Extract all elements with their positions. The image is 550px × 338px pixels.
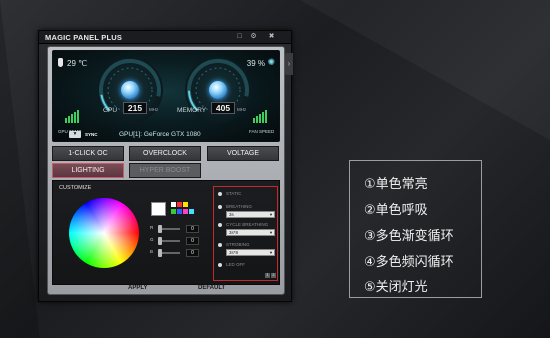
memory-clock-unit: MHz <box>237 107 247 112</box>
chevron-down-icon: ▼ <box>269 250 273 255</box>
cycle-breathing-select-value: 3s*8 <box>229 230 239 235</box>
mode-led-off-label: LED OFF <box>226 262 246 267</box>
apply-button[interactable]: APPLY <box>128 285 147 291</box>
preset-swatch-blue[interactable] <box>177 209 182 214</box>
red-value[interactable]: 0 <box>186 225 199 233</box>
lighting-panel: CUSTOMIZE R 0 G 0 B 0 STATIC BREATHING 3… <box>52 180 280 285</box>
app-title: MAGIC PANEL PLUS <box>45 33 123 42</box>
gpu-temp-bars <box>65 107 79 123</box>
fan-speed-bars <box>253 107 267 123</box>
blue-slider-letter: B <box>150 249 154 254</box>
legend-item-static: ①单色常亮 <box>364 177 428 192</box>
breathing-select-value: 3s <box>229 212 234 217</box>
page-1-button[interactable]: 1 <box>265 273 270 278</box>
magic-panel-window: MAGIC PANEL PLUS □ ⚙ ✖ › 29 ℃ 39 % ✺ GPU… <box>38 30 293 302</box>
mode-breathing[interactable]: BREATHING <box>218 204 252 209</box>
preset-swatch-yellow[interactable] <box>183 202 188 207</box>
current-color-swatch <box>151 202 166 216</box>
preset-swatch-cyan[interactable] <box>189 209 194 214</box>
preset-swatch-green[interactable] <box>171 209 176 214</box>
preset-swatch-white[interactable] <box>171 202 176 207</box>
mode-legend-box: ①单色常亮 ②单色呼吸 ③多色渐变循环 ④多色频闪循环 ⑤关闭灯光 <box>349 160 482 298</box>
background-facet <box>0 0 40 338</box>
gpu-clock-unit: MHz <box>149 107 159 112</box>
memory-gauge-label: MEMORY <box>177 107 207 114</box>
fan-icon: ✺ <box>267 57 275 67</box>
green-slider-row: G 0 <box>150 237 200 245</box>
tab-1-click-oc[interactable]: 1-CLICK OC <box>52 146 124 161</box>
chevron-down-icon: ▼ <box>269 230 273 235</box>
radio-cycle-breathing[interactable] <box>218 222 222 227</box>
lighting-modes-box: STATIC BREATHING 3s ▼ CYCLE BREATHING 3s*… <box>213 186 278 281</box>
gpu-name: GPU[1]: GeForce GTX 1080 <box>119 131 201 138</box>
green-value[interactable]: 0 <box>186 237 199 245</box>
tab-row-1: 1-CLICK OC OVERCLOCK VOLTAGE <box>52 146 280 161</box>
mode-breathing-label: BREATHING <box>226 204 252 209</box>
fan-speed-label: FAN SPEED <box>249 129 275 134</box>
radio-strobing[interactable] <box>218 242 222 247</box>
gpu-gauge-label: GPU <box>103 107 118 114</box>
mode-cycle-breathing[interactable]: CYCLE BREATHING <box>218 222 268 227</box>
chevron-down-icon: ▼ <box>269 212 273 217</box>
radio-static[interactable] <box>218 191 222 196</box>
red-slider-knob[interactable] <box>158 225 162 233</box>
blue-slider-knob[interactable] <box>158 249 162 257</box>
mode-static[interactable]: STATIC <box>218 191 241 196</box>
default-button[interactable]: DEFAULT <box>198 285 225 291</box>
settings-icon[interactable]: ⚙ <box>249 32 258 42</box>
sync-label: SYNC <box>85 132 98 137</box>
title-bar: MAGIC PANEL PLUS □ ⚙ ✖ <box>39 31 291 44</box>
memory-gauge-knob <box>209 81 227 99</box>
sync-toggle-button[interactable]: ▼ <box>69 131 81 138</box>
tab-hyper-boost[interactable]: HYPER BOOST <box>129 163 201 178</box>
mode-led-off[interactable]: LED OFF <box>218 262 245 267</box>
red-slider-letter: R <box>150 225 154 230</box>
tab-row-2: LIGHTING HYPER BOOST <box>52 163 280 178</box>
preset-swatch-red[interactable] <box>177 202 182 207</box>
preset-swatch-magenta[interactable] <box>183 209 188 214</box>
tab-overclock[interactable]: OVERCLOCK <box>129 146 201 161</box>
thermometer-icon <box>58 58 63 67</box>
breathing-select[interactable]: 3s ▼ <box>226 211 275 218</box>
color-wheel[interactable] <box>69 198 139 268</box>
expand-tab[interactable]: › <box>285 53 293 75</box>
gpu-temperature: 29 ℃ <box>67 59 88 68</box>
blue-slider-row: B 0 <box>150 249 200 257</box>
legend-item-breathing: ②单色呼吸 <box>364 203 428 218</box>
gpu-gauge-knob <box>121 81 139 99</box>
background-facet <box>300 0 550 140</box>
radio-breathing[interactable] <box>218 204 222 209</box>
legend-item-off: ⑤关闭灯光 <box>364 280 428 295</box>
tab-lighting[interactable]: LIGHTING <box>52 163 124 178</box>
red-slider-row: R 0 <box>150 225 200 233</box>
customize-label: CUSTOMIZE <box>59 185 92 191</box>
legend-item-cycle: ③多色渐变循环 <box>364 229 454 244</box>
radio-led-off[interactable] <box>218 262 222 267</box>
strobing-select[interactable]: 3s*8 ▼ <box>226 249 275 256</box>
minimize-icon[interactable]: □ <box>235 32 244 42</box>
mode-static-label: STATIC <box>226 191 242 196</box>
legend-item-strobe: ④多色频闪循环 <box>364 255 454 270</box>
main-frame: 29 ℃ 39 % ✺ GPU 215 MHz MEMORY 405 MHz G… <box>47 46 285 295</box>
monitor-panel: 29 ℃ 39 % ✺ GPU 215 MHz MEMORY 405 MHz G… <box>52 50 280 142</box>
memory-clock-value: 405 <box>211 102 235 114</box>
green-slider-knob[interactable] <box>158 237 162 245</box>
gpu-clock-value: 215 <box>123 102 147 114</box>
close-icon[interactable]: ✖ <box>267 32 276 42</box>
green-slider-letter: G <box>150 237 154 242</box>
page-2-button[interactable]: 2 <box>271 273 276 278</box>
tab-voltage[interactable]: VOLTAGE <box>207 146 279 161</box>
mode-strobing-label: STROBING <box>226 242 250 247</box>
mode-cycle-breathing-label: CYCLE BREATHING <box>226 222 269 227</box>
blue-value[interactable]: 0 <box>186 249 199 257</box>
cycle-breathing-select[interactable]: 3s*8 ▼ <box>226 229 275 236</box>
mode-strobing[interactable]: STROBING <box>218 242 250 247</box>
strobing-select-value: 3s*8 <box>229 250 239 255</box>
